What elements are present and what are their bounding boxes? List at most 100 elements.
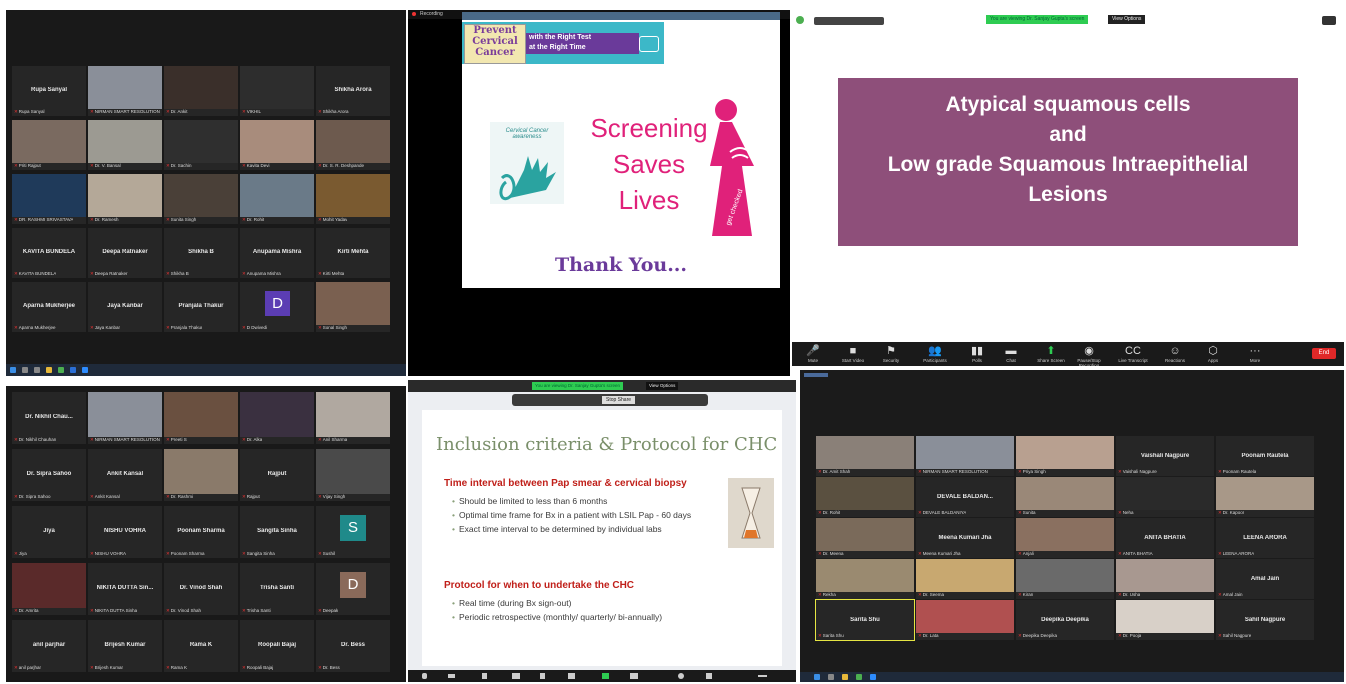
participant-tile[interactable]: Shikha Arora ✕Shikha Arora: [316, 66, 390, 116]
participant-tile[interactable]: Ankit Kansal ✕Ankit Kansal: [88, 449, 162, 501]
participant-tile[interactable]: ✕Priya Singh: [1016, 436, 1114, 476]
participant-tile[interactable]: ✕NIRMAN SMART RESOLUTION: [88, 392, 162, 444]
toolbar-button[interactable]: ■ Start Video: [836, 345, 870, 363]
participant-tile[interactable]: ✕Anjali: [1016, 518, 1114, 558]
toolbar-button[interactable]: ⬆ Share Screen: [1034, 345, 1068, 363]
participant-tile[interactable]: Amal Jain ✕Amal Jain: [1216, 559, 1314, 599]
participant-tile[interactable]: ✕Anil Sharma: [316, 392, 390, 444]
participant-tile[interactable]: Brijesh Kumar ✕Brijesh Kumar: [88, 620, 162, 672]
participant-tile[interactable]: Dr. Nikhil Chau... ✕Dr. Nikhil Chauhan: [12, 392, 86, 444]
participant-tile[interactable]: Dr. Sipra Sahoo ✕Dr. Sipra Sahoo: [12, 449, 86, 501]
participant-tile[interactable]: ✕Dr. Seema: [916, 559, 1014, 599]
chrome-icon[interactable]: [856, 674, 862, 680]
participant-tile[interactable]: Rupa Sanyal ✕Rupa Sanyal: [12, 66, 86, 116]
participant-tile[interactable]: Meena Kumari Jha ✕Meena Kumari Jha: [916, 518, 1014, 558]
stop-share-button[interactable]: Stop Share: [602, 396, 636, 404]
participant-tile[interactable]: Sangita Sinha ✕Sangita Sinha: [240, 506, 314, 558]
toolbar-button[interactable]: CC Live Transcript: [1116, 345, 1150, 363]
participant-tile[interactable]: ✕Priti Rajput: [12, 120, 86, 170]
participant-tile[interactable]: ✕Dr. Rashmi: [164, 449, 238, 501]
participant-tile[interactable]: ✕Dr. Pooja: [1116, 600, 1214, 640]
participant-tile[interactable]: Pranjala Thakur ✕Pranjala Thakur: [164, 282, 238, 332]
participant-tile[interactable]: ✕Dr. Lata: [916, 600, 1014, 640]
apps-icon[interactable]: [706, 673, 712, 679]
participant-tile[interactable]: ✕Dr. Ankit: [164, 66, 238, 116]
toolbar-button[interactable]: ⬡ Apps: [1196, 345, 1230, 363]
zoom-app-icon[interactable]: [870, 674, 876, 680]
participant-tile[interactable]: Sarita Shu ✕Sarita Shu: [815, 599, 915, 641]
participant-tile[interactable]: Rama K ✕Rama K: [164, 620, 238, 672]
participant-tile[interactable]: Trisha Santi ✕Trisha Santi: [240, 563, 314, 615]
participant-tile[interactable]: ✕Dr. Rohit: [816, 477, 914, 517]
participant-tile[interactable]: D ✕Deepak: [316, 563, 390, 615]
chat-icon[interactable]: [568, 673, 575, 679]
participant-tile[interactable]: anil parjhar ✕anil parjhar: [12, 620, 86, 672]
participant-tile[interactable]: ✕Dr. Amrita: [12, 563, 86, 615]
toolbar-button[interactable]: ··· More: [1238, 345, 1272, 363]
toolbar-button[interactable]: ▬ Chat: [994, 345, 1028, 363]
toolbar-button[interactable]: ⚑ Security: [874, 345, 908, 363]
shield-icon[interactable]: [796, 16, 804, 24]
participant-tile[interactable]: ✕Rekha: [816, 559, 914, 599]
participant-tile[interactable]: Sahil Nagpure ✕Sahil Nagpure: [1216, 600, 1314, 640]
zoom-app-icon[interactable]: [82, 367, 88, 373]
more-icon[interactable]: [758, 675, 767, 677]
chrome-icon[interactable]: [58, 367, 64, 373]
share-screen-icon[interactable]: [602, 673, 609, 679]
edge-icon[interactable]: [70, 367, 76, 373]
participant-tile[interactable]: ✕Dr. Usha: [1116, 559, 1214, 599]
participant-tile[interactable]: KAVITA BUNDELA ✕KAVITA BUNDELA: [12, 228, 86, 278]
video-icon[interactable]: [448, 674, 455, 678]
participant-tile[interactable]: Deepika Deepika ✕Deepika Deepika: [1016, 600, 1114, 640]
participant-tile[interactable]: S ✕Sushil: [316, 506, 390, 558]
polls-icon[interactable]: [540, 673, 545, 679]
toolbar-button[interactable]: ☺ Reactions: [1158, 345, 1192, 363]
view-options-button[interactable]: View Options: [646, 382, 679, 390]
participant-tile[interactable]: Poonam Rautela ✕Poonam Rautela: [1216, 436, 1314, 476]
taskview-icon[interactable]: [34, 367, 40, 373]
participant-tile[interactable]: ✕NIRMAN SMART RESOLUTION: [916, 436, 1014, 476]
toolbar-button[interactable]: ◉ Pause/Stop Recording: [1072, 345, 1106, 366]
explorer-icon[interactable]: [46, 367, 52, 373]
participant-tile[interactable]: ANITA BHATIA ✕ANITA BHATIA: [1116, 518, 1214, 558]
participant-tile[interactable]: Jiya ✕Jiya: [12, 506, 86, 558]
search-icon[interactable]: [828, 674, 834, 680]
toolbar-button[interactable]: 🎤 Mute: [796, 345, 830, 363]
participant-tile[interactable]: Rajput ✕Rajput: [240, 449, 314, 501]
meeting-info-icon[interactable]: [804, 373, 828, 377]
participant-tile[interactable]: Jaya Kanbar ✕Jaya Kanbar: [88, 282, 162, 332]
view-options-button[interactable]: View Options: [1108, 15, 1146, 24]
participant-tile[interactable]: ✕Preeti S: [164, 392, 238, 444]
participant-tile[interactable]: ✕Dr. Sachin: [164, 120, 238, 170]
participant-tile[interactable]: ✕Sonal Singh: [316, 282, 390, 332]
start-icon[interactable]: [10, 367, 16, 373]
start-icon[interactable]: [814, 674, 820, 680]
toolbar-button[interactable]: 👥 Participants: [918, 345, 952, 363]
participant-tile[interactable]: ✕NIRMAN SMART RESOLUTION: [88, 66, 162, 116]
participant-tile[interactable]: ✕Dr. Amit Shah: [816, 436, 914, 476]
participant-tile[interactable]: ✕Kiran: [1016, 559, 1114, 599]
participant-tile[interactable]: Anupama Mishra ✕Anupama Mishra: [240, 228, 314, 278]
participant-tile[interactable]: ✕Mohit Yadav: [316, 174, 390, 224]
participant-tile[interactable]: ✕Kavita Devi: [240, 120, 314, 170]
search-icon[interactable]: [22, 367, 28, 373]
participant-tile[interactable]: LEENA ARORA ✕LEENA ARORA: [1216, 518, 1314, 558]
reactions-icon[interactable]: [678, 673, 684, 679]
participant-tile[interactable]: NIKITA DUTTA Sin... ✕NIKITA DUTTA Sinha: [88, 563, 162, 615]
participant-tile[interactable]: Dr. Bess ✕Dr. Bess: [316, 620, 390, 672]
participant-tile[interactable]: ✕Dr. Ramesh: [88, 174, 162, 224]
mute-icon[interactable]: [422, 673, 427, 679]
participant-tile[interactable]: Roopali Bajaj ✕Roopali Bajaj: [240, 620, 314, 672]
participant-tile[interactable]: NISHU VOHRA ✕NISHU VOHRA: [88, 506, 162, 558]
participant-tile[interactable]: ✕Sunita: [1016, 477, 1114, 517]
participant-tile[interactable]: Aparna Mukherjee ✕Aparna Mukherjee: [12, 282, 86, 332]
toolbar-button[interactable]: ▮▮ Polls: [960, 345, 994, 363]
participant-tile[interactable]: ✕Neha: [1116, 477, 1214, 517]
participant-tile[interactable]: ✕Dr. S. R. Deshpande: [316, 120, 390, 170]
fullscreen-icon[interactable]: [1322, 16, 1336, 25]
participant-tile[interactable]: ✕Vijay Singh: [316, 449, 390, 501]
participant-tile[interactable]: ✕Sunita Singh: [164, 174, 238, 224]
participants-icon[interactable]: [512, 673, 520, 679]
participant-tile[interactable]: ✕Dr. Kapoor: [1216, 477, 1314, 517]
explorer-icon[interactable]: [842, 674, 848, 680]
